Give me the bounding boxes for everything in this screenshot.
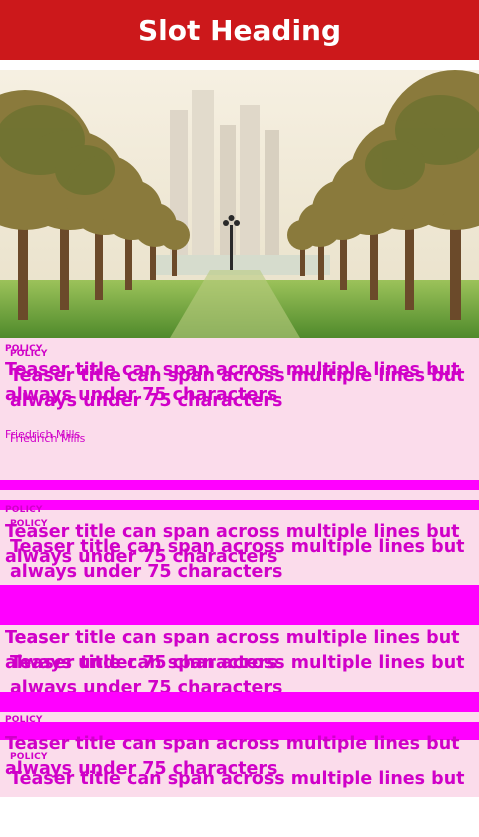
teaser-card-1[interactable]: POLICY POLICY Teaser title can span acro… (0, 338, 479, 480)
teaser-card-4[interactable]: POLICY POLICY Teaser title can span acro… (0, 712, 479, 797)
teaser-title-ghost-line-1[interactable]: Teaser title can span across multiple li… (10, 651, 465, 676)
teaser-card-2[interactable]: POLICY POLICY Teaser title can span acro… (0, 490, 479, 585)
teaser-title-ghost-line-1[interactable]: Teaser title can span across multiple li… (10, 535, 465, 560)
teaser-title-line-1[interactable]: Teaser title can span across multiple li… (5, 732, 460, 757)
teaser-title-ghost-line-1[interactable]: Teaser title can span across multiple li… (10, 767, 465, 792)
teaser-title-ghost-line-2[interactable]: always under 75 characters (10, 389, 282, 414)
teaser-title-line-1[interactable]: Teaser title can span across multiple li… (5, 626, 460, 651)
slot-heading: Slot Heading (0, 0, 479, 60)
slot-heading-text: Slot Heading (137, 13, 342, 47)
teaser-card-3[interactable]: Teas Teaser title can span across multip… (0, 625, 479, 692)
divider-bar (0, 692, 479, 712)
teaser-author-ghost[interactable]: Friedrich Mills (10, 432, 85, 445)
hero-photo (0, 70, 479, 338)
teaser-title-ghost-line-1[interactable]: Teaser title can span across multiple li… (10, 364, 465, 389)
teaser-title-ghost-line-2[interactable]: always under 75 characters (10, 676, 282, 692)
hero-image[interactable] (0, 70, 479, 338)
divider-bar (0, 500, 479, 510)
teaser-kicker: POLICY (5, 505, 43, 515)
divider-block (0, 585, 479, 625)
teaser-title-ghost-line-2[interactable]: always under 75 characters (10, 560, 282, 585)
divider-bar (0, 480, 479, 490)
